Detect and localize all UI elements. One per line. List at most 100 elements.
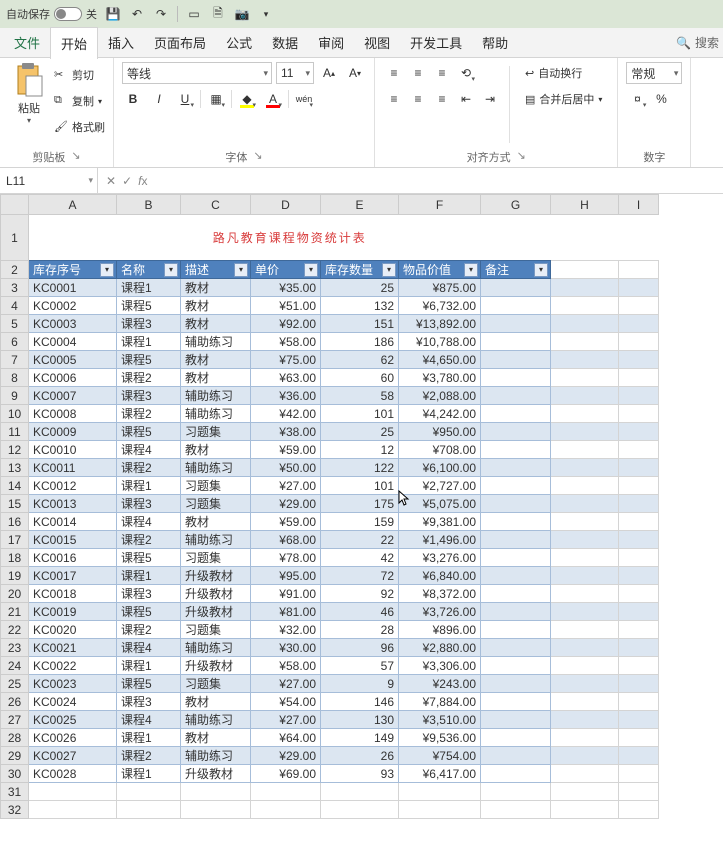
redo-icon[interactable]: ↷ (153, 6, 169, 22)
row-header[interactable]: 5 (1, 315, 29, 333)
cell[interactable] (619, 297, 659, 315)
cell[interactable]: 课程2 (117, 621, 181, 639)
cell[interactable] (481, 711, 551, 729)
align-bottom-button[interactable]: ≡ (431, 62, 453, 84)
cancel-formula-button[interactable]: ✕ (106, 174, 116, 188)
cell[interactable] (619, 495, 659, 513)
cell[interactable]: KC0005 (29, 351, 117, 369)
col-header[interactable]: C (181, 195, 251, 215)
cell[interactable]: 课程1 (117, 765, 181, 783)
cell[interactable] (481, 387, 551, 405)
cell[interactable] (251, 801, 321, 819)
cell[interactable]: 132 (321, 297, 399, 315)
cell[interactable]: 课程5 (117, 297, 181, 315)
cell[interactable] (551, 423, 619, 441)
cell[interactable]: KC0006 (29, 369, 117, 387)
cell[interactable]: KC0025 (29, 711, 117, 729)
accept-formula-button[interactable]: ✓ (122, 174, 132, 188)
cell[interactable] (481, 765, 551, 783)
cell[interactable]: KC0024 (29, 693, 117, 711)
cell[interactable]: ¥92.00 (251, 315, 321, 333)
cell[interactable]: 课程3 (117, 585, 181, 603)
cell[interactable] (619, 675, 659, 693)
cell[interactable] (619, 315, 659, 333)
cell[interactable]: ¥35.00 (251, 279, 321, 297)
cell[interactable]: KC0004 (29, 333, 117, 351)
cell[interactable]: ¥68.00 (251, 531, 321, 549)
cell[interactable] (619, 621, 659, 639)
cell[interactable]: ¥3,780.00 (399, 369, 481, 387)
row-header[interactable]: 7 (1, 351, 29, 369)
cell[interactable]: ¥2,088.00 (399, 387, 481, 405)
cell[interactable]: ¥38.00 (251, 423, 321, 441)
cell[interactable] (481, 657, 551, 675)
row-header[interactable]: 30 (1, 765, 29, 783)
cell[interactable]: 课程2 (117, 531, 181, 549)
copy-button[interactable]: ⧉复制▾ (54, 90, 105, 112)
filter-button[interactable]: ▾ (304, 263, 318, 277)
row-header[interactable]: 14 (1, 477, 29, 495)
cell[interactable]: 46 (321, 603, 399, 621)
cell[interactable] (619, 747, 659, 765)
menu-layout[interactable]: 页面布局 (144, 27, 216, 58)
cell[interactable]: 习题集 (181, 621, 251, 639)
row-header[interactable]: 6 (1, 333, 29, 351)
cell[interactable]: ¥6,840.00 (399, 567, 481, 585)
save-icon[interactable]: 💾 (105, 6, 121, 22)
col-header[interactable]: A (29, 195, 117, 215)
search-box[interactable]: 🔍 搜索 (676, 34, 719, 51)
cell[interactable] (481, 315, 551, 333)
align-left-button[interactable]: ≡ (383, 88, 405, 110)
cell[interactable]: 26 (321, 747, 399, 765)
border-button[interactable]: ▦▾ (205, 88, 227, 110)
cell[interactable]: 课程1 (117, 729, 181, 747)
cell[interactable]: 课程5 (117, 675, 181, 693)
cell[interactable] (619, 567, 659, 585)
cell[interactable]: ¥9,381.00 (399, 513, 481, 531)
cell[interactable] (551, 261, 619, 279)
cell[interactable] (619, 549, 659, 567)
fill-color-button[interactable]: ◆▾ (236, 88, 258, 110)
menu-file[interactable]: 文件 (4, 27, 50, 58)
cell[interactable]: KC0018 (29, 585, 117, 603)
cell[interactable]: ¥54.00 (251, 693, 321, 711)
cell[interactable]: ¥50.00 (251, 459, 321, 477)
cell[interactable] (321, 783, 399, 801)
cell[interactable]: 辅助练习 (181, 639, 251, 657)
cell[interactable]: 辅助练习 (181, 711, 251, 729)
cell[interactable]: 72 (321, 567, 399, 585)
cell[interactable]: 课程5 (117, 351, 181, 369)
cell[interactable] (181, 801, 251, 819)
wrap-text-button[interactable]: ↩自动换行 (518, 62, 609, 84)
cell[interactable]: ¥58.00 (251, 657, 321, 675)
cell[interactable]: 186 (321, 333, 399, 351)
cell[interactable] (619, 387, 659, 405)
currency-button[interactable]: ¤▾ (626, 88, 648, 110)
menu-view[interactable]: 视图 (354, 27, 400, 58)
select-all-corner[interactable] (1, 195, 29, 215)
cell[interactable] (619, 215, 659, 261)
align-top-button[interactable]: ≡ (383, 62, 405, 84)
cell[interactable]: 习题集 (181, 675, 251, 693)
cell[interactable] (619, 711, 659, 729)
cell[interactable]: ¥3,306.00 (399, 657, 481, 675)
cell[interactable] (551, 675, 619, 693)
cell[interactable] (551, 279, 619, 297)
cell[interactable] (481, 549, 551, 567)
cell[interactable]: 42 (321, 549, 399, 567)
filter-button[interactable]: ▾ (100, 263, 114, 277)
row-header[interactable]: 20 (1, 585, 29, 603)
cell[interactable] (551, 351, 619, 369)
cell[interactable]: ¥95.00 (251, 567, 321, 585)
cell[interactable] (551, 783, 619, 801)
row-header[interactable]: 18 (1, 549, 29, 567)
filter-button[interactable]: ▾ (234, 263, 248, 277)
cell[interactable] (619, 693, 659, 711)
row-header[interactable]: 15 (1, 495, 29, 513)
alignment-dialog-launcher[interactable]: ↘ (517, 149, 526, 165)
cell[interactable]: 辅助练习 (181, 387, 251, 405)
cell[interactable]: 课程1 (117, 333, 181, 351)
row-header[interactable]: 32 (1, 801, 29, 819)
table-header[interactable]: 库存序号▾ (29, 261, 117, 279)
cell[interactable] (481, 693, 551, 711)
